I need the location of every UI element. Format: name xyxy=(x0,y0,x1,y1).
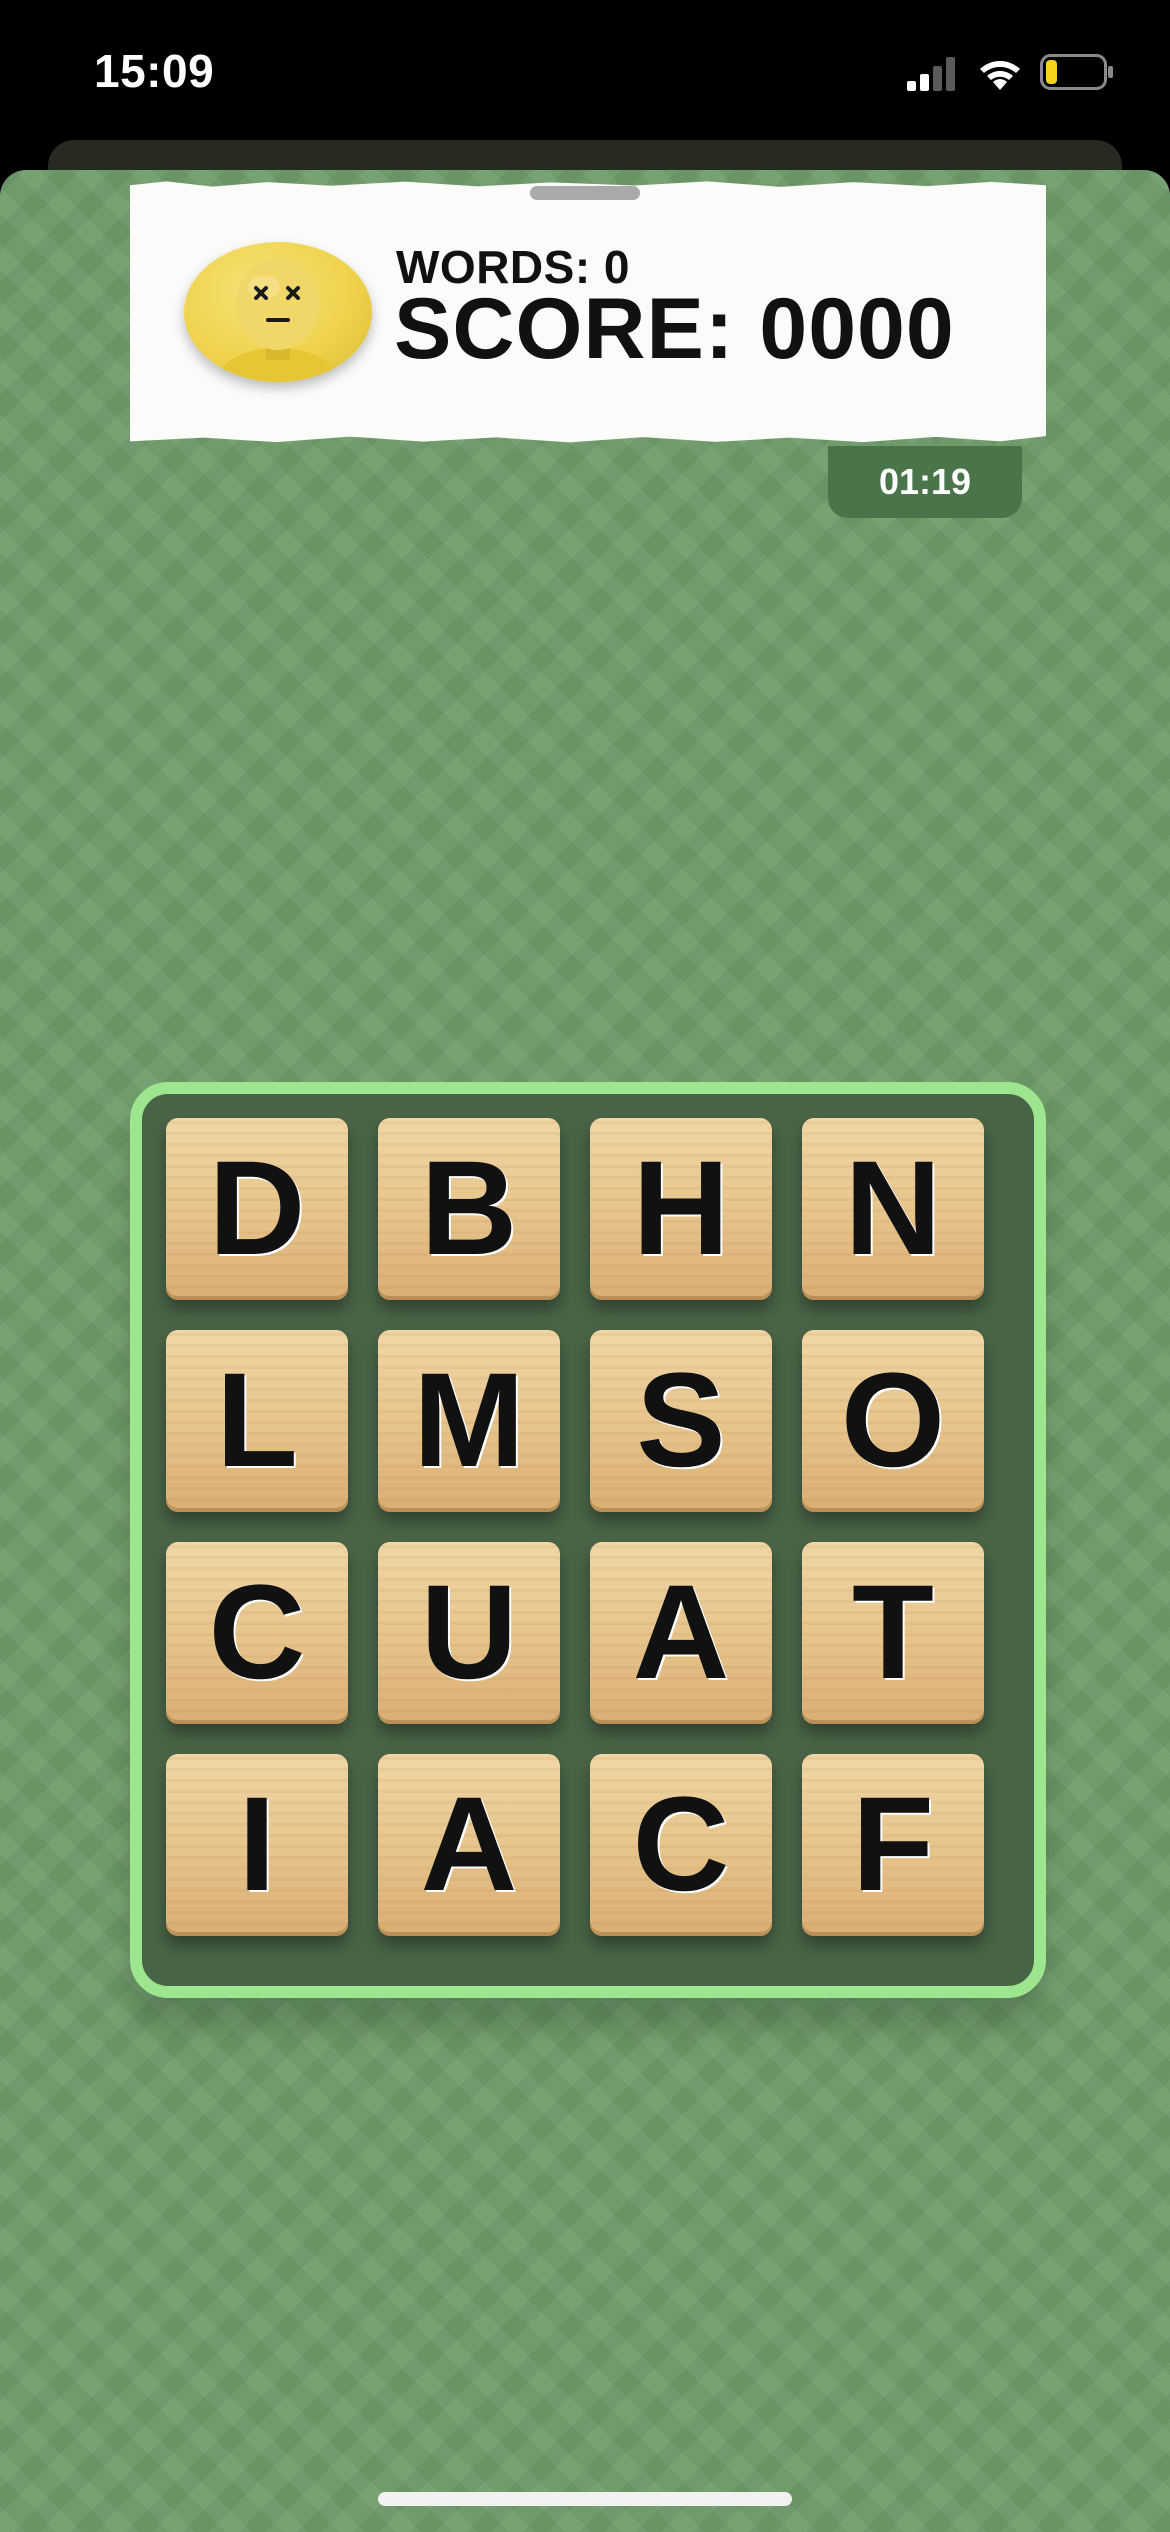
letter-tile[interactable]: F xyxy=(802,1754,984,1936)
letter-tile[interactable]: C xyxy=(590,1754,772,1936)
tile-letter: T xyxy=(852,1558,934,1707)
letter-tile[interactable]: H xyxy=(590,1118,772,1300)
tile-letter: L xyxy=(216,1346,298,1495)
tile-letter: F xyxy=(852,1770,934,1919)
letter-tile[interactable]: A xyxy=(378,1754,560,1936)
letter-tile[interactable]: I xyxy=(166,1754,348,1936)
letter-tile[interactable]: M xyxy=(378,1330,560,1512)
battery-icon xyxy=(1040,54,1113,90)
drag-handle[interactable] xyxy=(530,186,640,200)
timer-text: 01:19 xyxy=(878,461,972,502)
dizzy-face-avatar-icon xyxy=(184,242,372,382)
letter-tile[interactable]: T xyxy=(802,1542,984,1724)
letter-tile[interactable]: U xyxy=(378,1542,560,1724)
status-time: 15:09 xyxy=(94,45,215,97)
tile-letter: B xyxy=(420,1134,518,1283)
tile-letter: I xyxy=(238,1770,276,1919)
tile-letter: N xyxy=(844,1134,942,1283)
status-bar: 15:09 xyxy=(0,0,1170,150)
letter-tile[interactable]: B xyxy=(378,1118,560,1300)
letter-tile[interactable]: N xyxy=(802,1118,984,1300)
tile-letter: H xyxy=(632,1134,730,1283)
letter-tile[interactable]: S xyxy=(590,1330,772,1512)
tile-letter: A xyxy=(632,1558,730,1707)
timer-badge: 01:19 xyxy=(828,446,1022,518)
tile-letter: O xyxy=(840,1346,946,1495)
letter-tile[interactable]: D xyxy=(166,1118,348,1300)
letter-board: DBHNLMSOCUATIACF xyxy=(130,1082,1046,1998)
letter-tile[interactable]: L xyxy=(166,1330,348,1512)
tile-letter: C xyxy=(208,1558,306,1707)
signal-icon xyxy=(907,57,955,91)
tile-letter: U xyxy=(420,1558,518,1707)
tile-letter: D xyxy=(208,1134,306,1283)
home-indicator[interactable] xyxy=(378,2492,792,2506)
tile-letter: C xyxy=(632,1770,730,1919)
letter-tile[interactable]: A xyxy=(590,1542,772,1724)
tile-letter: S xyxy=(636,1346,726,1495)
tile-letter: A xyxy=(420,1770,518,1919)
tile-letter: M xyxy=(413,1346,525,1495)
score-value: SCORE: 0000 xyxy=(394,281,955,377)
letter-tile[interactable]: C xyxy=(166,1542,348,1724)
wifi-icon xyxy=(980,61,1020,90)
letter-tile[interactable]: O xyxy=(802,1330,984,1512)
